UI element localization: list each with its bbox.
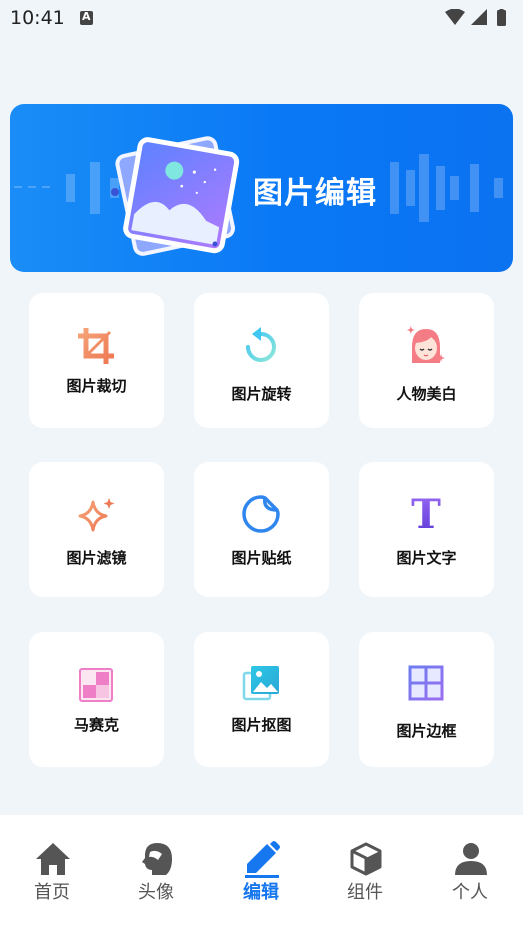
- nav-edit[interactable]: 编辑: [209, 815, 313, 929]
- tool-text-label: 图片文字: [396, 549, 457, 567]
- nav-widgets-label: 组件: [347, 882, 383, 903]
- battery-icon: [497, 9, 506, 26]
- mosaic-icon: [79, 668, 113, 702]
- notification-icon: A: [80, 10, 93, 25]
- nav-home[interactable]: 首页: [0, 815, 104, 929]
- avatar-head-icon: [142, 843, 172, 875]
- sticker-icon: [242, 495, 280, 533]
- nav-edit-label: 编辑: [243, 882, 279, 903]
- nav-profile[interactable]: 个人: [418, 815, 522, 929]
- tool-rotate-label: 图片旋转: [231, 385, 292, 403]
- image-cutout-icon: [242, 666, 279, 701]
- tool-mosaic[interactable]: 马赛克: [29, 632, 164, 767]
- home-icon: [36, 843, 70, 875]
- tool-text[interactable]: T 图片文字: [359, 462, 494, 597]
- pencil-icon: [245, 841, 280, 878]
- nav-widgets[interactable]: 组件: [313, 815, 417, 929]
- tool-cutout-label: 图片抠图: [231, 716, 292, 734]
- rotate-icon: [246, 327, 276, 362]
- signal-icon: [471, 9, 487, 25]
- cube-icon: [350, 842, 382, 876]
- tool-sticker[interactable]: 图片贴纸: [194, 462, 329, 597]
- tool-whiten[interactable]: 人物美白: [359, 293, 494, 428]
- frame-icon: [408, 665, 444, 701]
- nav-avatar[interactable]: 头像: [104, 815, 208, 929]
- nav-profile-label: 个人: [452, 882, 488, 903]
- photo-stack-icon: [111, 136, 240, 256]
- tool-crop[interactable]: 图片裁切: [29, 293, 164, 428]
- nav-home-label: 首页: [34, 882, 70, 903]
- nav-avatar-label: 头像: [138, 882, 174, 903]
- wifi-icon: [445, 9, 465, 25]
- tool-frame-label: 图片边框: [396, 722, 457, 740]
- tool-sticker-label: 图片贴纸: [231, 549, 292, 567]
- tool-crop-label: 图片裁切: [66, 377, 127, 395]
- bottom-nav: 首页 头像 编辑 组件 个人: [0, 815, 523, 929]
- banner: 图片编辑: [10, 104, 513, 272]
- tool-filter[interactable]: 图片滤镜: [29, 462, 164, 597]
- tool-rotate[interactable]: 图片旋转: [194, 293, 329, 428]
- status-icons: [445, 9, 506, 26]
- svg-text:T: T: [411, 492, 441, 532]
- notification-letter: A: [82, 10, 91, 23]
- tool-whiten-label: 人物美白: [396, 385, 457, 403]
- banner-title: 图片编辑: [253, 176, 377, 211]
- text-icon: T: [411, 492, 441, 532]
- sparkle-icon: [78, 498, 115, 532]
- crop-icon: [78, 328, 114, 364]
- face-icon: [406, 326, 445, 363]
- status-bar: 10:41 A: [0, 0, 523, 36]
- tool-cutout[interactable]: 图片抠图: [194, 632, 329, 767]
- person-icon: [455, 843, 487, 875]
- tool-frame[interactable]: 图片边框: [359, 632, 494, 767]
- tool-mosaic-label: 马赛克: [73, 716, 119, 734]
- app-screen: 10:41 A 图片编辑 图片裁切 图片旋转 人物美白 图片滤镜 图片贴纸 T …: [0, 0, 523, 929]
- status-time: 10:41: [10, 7, 65, 29]
- tool-filter-label: 图片滤镜: [66, 549, 127, 567]
